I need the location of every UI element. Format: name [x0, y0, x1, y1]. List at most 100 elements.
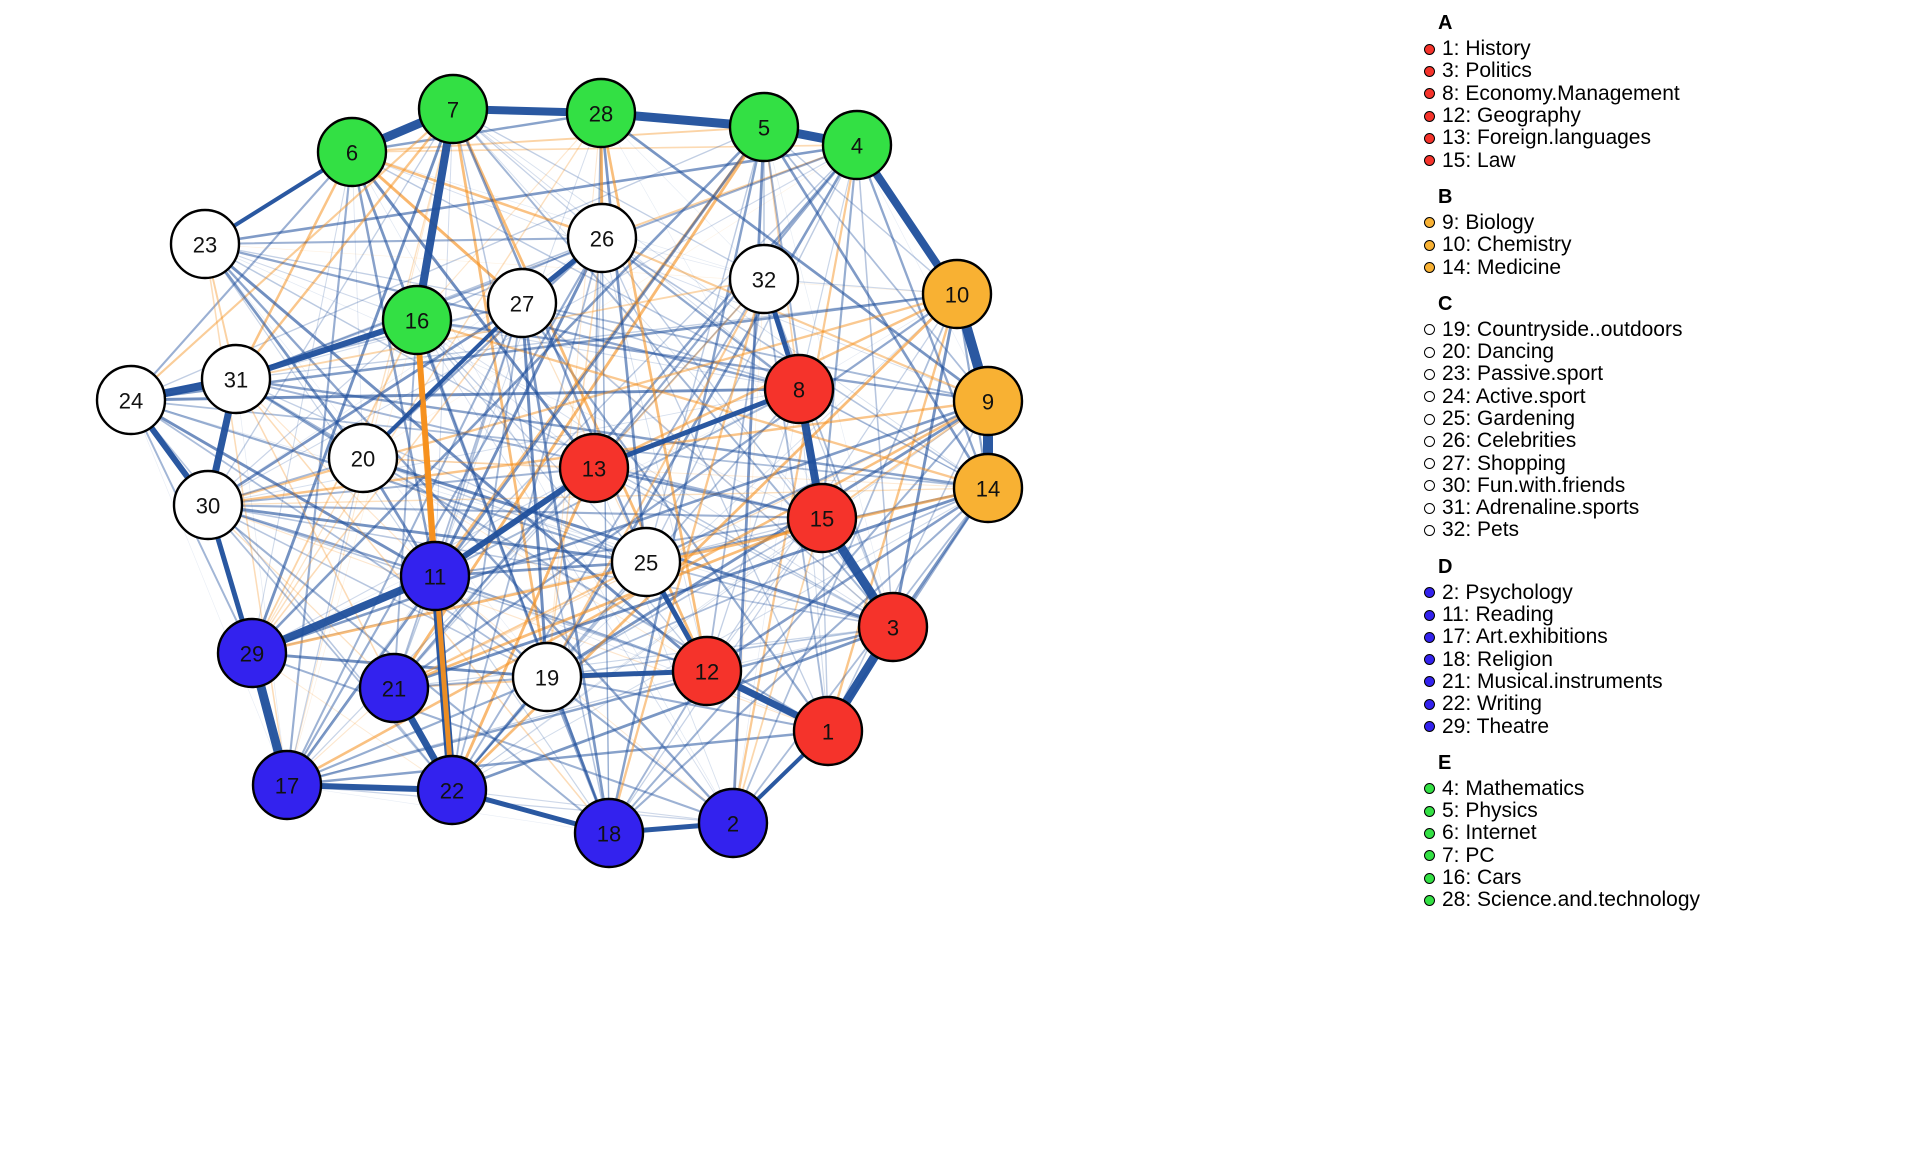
legend-dot-icon — [1420, 654, 1438, 666]
legend-item[interactable]: 20: Dancing — [1420, 341, 1920, 363]
legend-item[interactable]: 28: Science.and.technology — [1420, 889, 1920, 911]
node-circle[interactable] — [728, 243, 800, 315]
legend-item[interactable]: 9: Biology — [1420, 211, 1920, 234]
graph-node-15[interactable]: 15 — [786, 482, 858, 554]
graph-node-23[interactable]: 23 — [169, 208, 241, 280]
node-circle[interactable] — [416, 754, 488, 826]
legend-item[interactable]: 32: Pets — [1420, 519, 1920, 541]
graph-node-5[interactable]: 5 — [728, 91, 800, 163]
graph-node-27[interactable]: 27 — [486, 267, 558, 339]
legend-item[interactable]: 3: Politics — [1420, 60, 1920, 82]
graph-node-18[interactable]: 18 — [573, 797, 645, 869]
nodes-layer[interactable]: 12345678 91011121314151617181920212223242… — [95, 73, 1024, 869]
legend-dot-icon — [1420, 721, 1438, 733]
legend-item[interactable]: 5: Physics — [1420, 800, 1920, 822]
node-circle[interactable] — [952, 452, 1024, 524]
node-circle[interactable] — [417, 73, 489, 145]
graph-node-12[interactable]: 12 — [671, 635, 743, 707]
graph-node-32[interactable]: 32 — [728, 243, 800, 315]
legend-item[interactable]: 6: Internet — [1420, 822, 1920, 844]
legend-item[interactable]: 7: PC — [1420, 844, 1920, 867]
node-circle[interactable] — [486, 267, 558, 339]
graph-node-7[interactable]: 7 — [417, 73, 489, 145]
node-circle[interactable] — [316, 116, 388, 188]
legend-item[interactable]: 19: Countryside..outdoors — [1420, 318, 1920, 341]
graph-node-19[interactable]: 19 — [511, 641, 583, 713]
graph-node-13[interactable]: 13 — [558, 432, 630, 504]
graph-node-22[interactable]: 22 — [416, 754, 488, 826]
legend-item[interactable]: 13: Foreign.languages — [1420, 127, 1920, 149]
node-circle[interactable] — [821, 109, 893, 181]
graph-node-25[interactable]: 25 — [610, 526, 682, 598]
graph-node-2[interactable]: 2 — [697, 787, 769, 859]
legend-item[interactable]: 31: Adrenaline.sports — [1420, 497, 1920, 519]
graph-node-16[interactable]: 16 — [381, 284, 453, 356]
graph-node-11[interactable]: 11 — [399, 540, 471, 612]
node-circle[interactable] — [610, 526, 682, 598]
graph-node-24[interactable]: 24 — [95, 364, 167, 436]
graph-node-28[interactable]: 28 — [565, 77, 637, 149]
node-circle[interactable] — [216, 617, 288, 689]
legend-item[interactable]: 11: Reading — [1420, 604, 1920, 626]
legend-item[interactable]: 16: Cars — [1420, 867, 1920, 889]
node-circle[interactable] — [558, 432, 630, 504]
node-circle[interactable] — [566, 202, 638, 274]
legend-item[interactable]: 24: Active.sport — [1420, 385, 1920, 408]
legend-item[interactable]: 17: Art.exhibitions — [1420, 626, 1920, 648]
graph-node-31[interactable]: 31 — [200, 343, 272, 415]
node-circle[interactable] — [381, 284, 453, 356]
node-circle[interactable] — [671, 635, 743, 707]
node-circle[interactable] — [169, 208, 241, 280]
node-circle[interactable] — [697, 787, 769, 859]
node-circle[interactable] — [200, 343, 272, 415]
graph-node-29[interactable]: 29 — [216, 617, 288, 689]
legend-item[interactable]: 23: Passive.sport — [1420, 363, 1920, 385]
graph-node-10[interactable]: 10 — [921, 258, 993, 330]
legend-item[interactable]: 1: History — [1420, 38, 1920, 60]
legend-item[interactable]: 26: Celebrities — [1420, 430, 1920, 452]
graph-node-3[interactable]: 3 — [857, 591, 929, 663]
legend-item[interactable]: 18: Religion — [1420, 648, 1920, 671]
node-circle[interactable] — [327, 422, 399, 494]
node-circle[interactable] — [511, 641, 583, 713]
node-circle[interactable] — [792, 695, 864, 767]
graph-node-1[interactable]: 1 — [792, 695, 864, 767]
node-circle[interactable] — [573, 797, 645, 869]
legend-item[interactable]: 14: Medicine — [1420, 256, 1920, 278]
legend-item[interactable]: 27: Shopping — [1420, 452, 1920, 474]
node-circle[interactable] — [95, 364, 167, 436]
graph-node-17[interactable]: 17 — [251, 749, 323, 821]
node-circle[interactable] — [786, 482, 858, 554]
node-circle[interactable] — [952, 365, 1024, 437]
legend-item[interactable]: 25: Gardening — [1420, 408, 1920, 430]
legend-item[interactable]: 10: Chemistry — [1420, 234, 1920, 256]
legend-item[interactable]: 12: Geography — [1420, 105, 1920, 127]
legend-item[interactable]: 30: Fun.with.friends — [1420, 474, 1920, 497]
legend-item[interactable]: 22: Writing — [1420, 693, 1920, 715]
graph-node-14[interactable]: 14 — [952, 452, 1024, 524]
graph-node-26[interactable]: 26 — [566, 202, 638, 274]
legend-item[interactable]: 15: Law — [1420, 149, 1920, 171]
graph-node-4[interactable]: 4 — [821, 109, 893, 181]
graph-node-20[interactable]: 20 — [327, 422, 399, 494]
node-circle[interactable] — [358, 652, 430, 724]
graph-node-30[interactable]: 30 — [172, 469, 244, 541]
graph-node-21[interactable]: 21 — [358, 652, 430, 724]
node-circle[interactable] — [399, 540, 471, 612]
graph-node-6[interactable]: 6 — [316, 116, 388, 188]
graph-node-9[interactable]: 9 — [952, 365, 1024, 437]
legend-item[interactable]: 4: Mathematics — [1420, 777, 1920, 800]
node-circle[interactable] — [728, 91, 800, 163]
node-circle[interactable] — [251, 749, 323, 821]
legend-item[interactable]: 29: Theatre — [1420, 715, 1920, 737]
node-circle[interactable] — [921, 258, 993, 330]
node-circle[interactable] — [763, 353, 835, 425]
graph-node-8[interactable]: 8 — [763, 353, 835, 425]
legend-item[interactable]: 21: Musical.instruments — [1420, 670, 1920, 693]
node-circle[interactable] — [172, 469, 244, 541]
node-circle[interactable] — [565, 77, 637, 149]
node-circle[interactable] — [857, 591, 929, 663]
legend-item[interactable]: 8: Economy.Management — [1420, 82, 1920, 105]
network-graph-svg[interactable]: 12345678 91011121314151617181920212223242… — [0, 0, 1420, 1152]
legend-item[interactable]: 2: Psychology — [1420, 581, 1920, 604]
